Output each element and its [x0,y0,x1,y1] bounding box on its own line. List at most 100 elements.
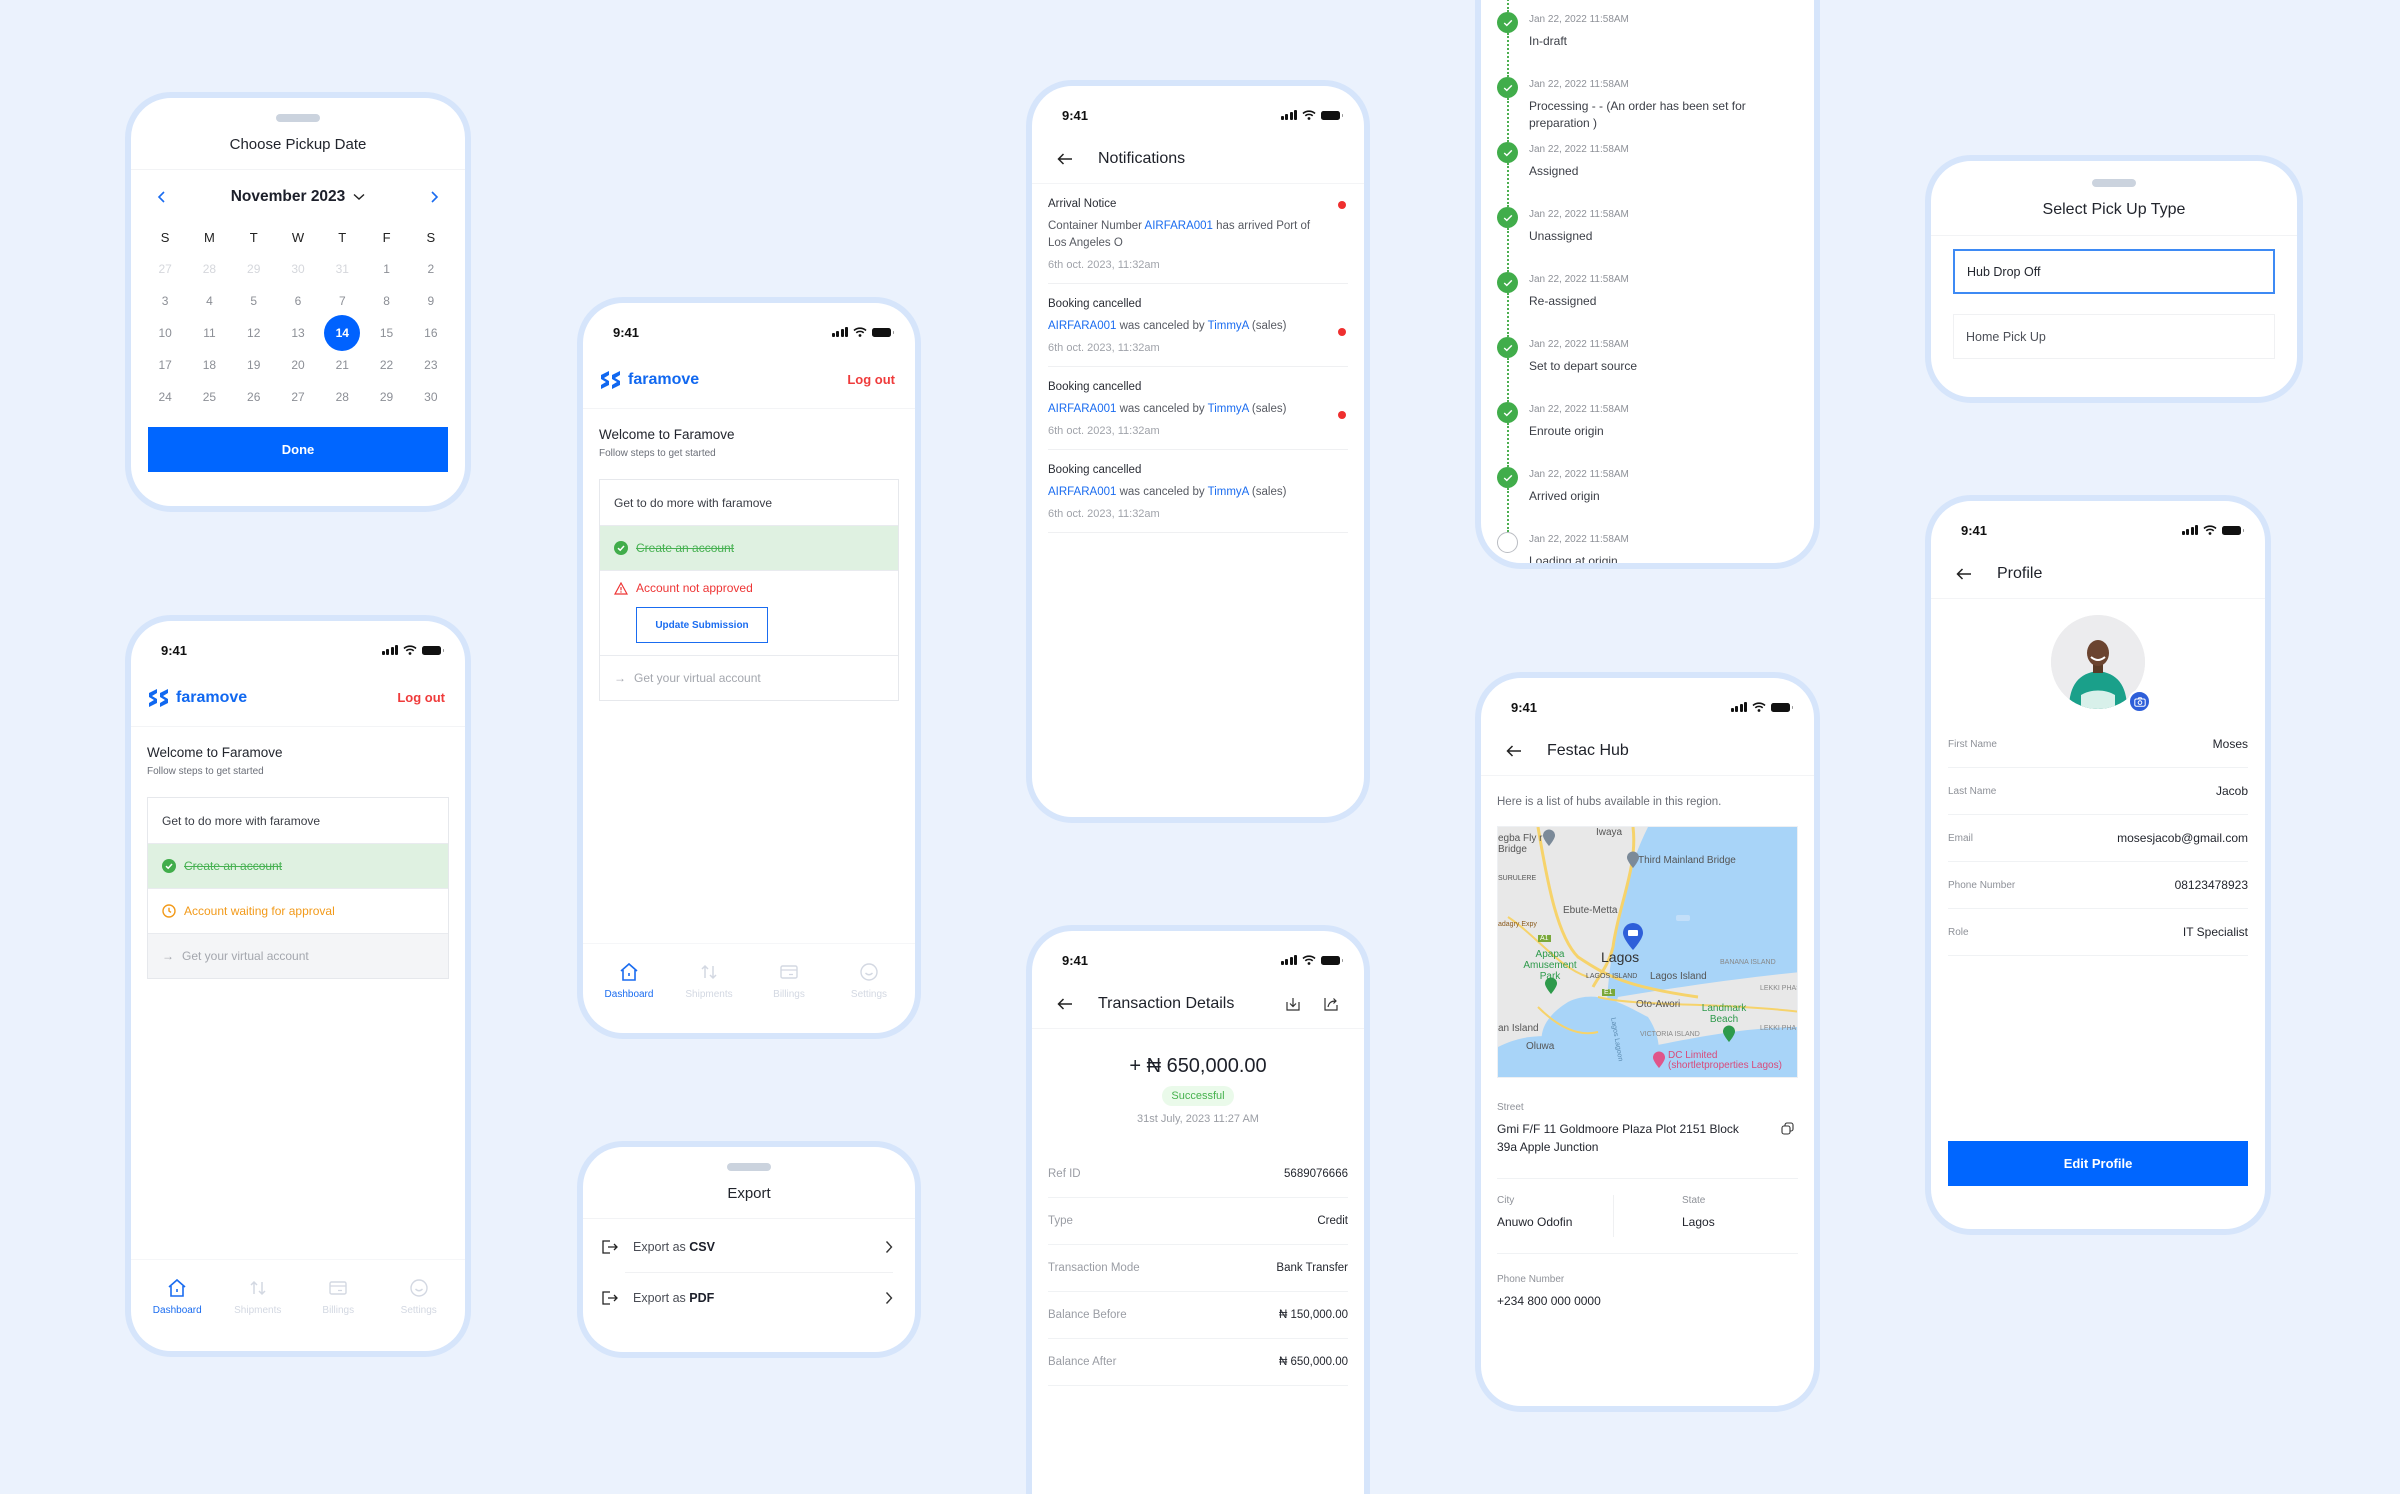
wifi-icon [403,645,417,655]
notification-item[interactable]: Booking cancelled AIRFARA001 was canceled… [1048,450,1348,533]
calendar-day[interactable]: 6 [276,285,320,317]
calendar-day[interactable]: 18 [187,349,231,381]
tab-shipments[interactable]: Shipments [674,944,744,1000]
done-button[interactable]: Done [148,427,448,472]
tab-dashboard[interactable]: Dashboard [142,1260,212,1316]
user-link[interactable]: TimmyA [1208,403,1249,415]
tab-shipments[interactable]: Shipments [223,1260,293,1316]
calendar-day[interactable]: 28 [320,381,364,413]
back-arrow-icon[interactable] [1054,148,1076,170]
notification-item[interactable]: Booking cancelled AIRFARA001 was canceled… [1048,367,1348,450]
calendar-day[interactable]: 19 [232,349,276,381]
download-icon[interactable] [1282,993,1304,1015]
tab-settings[interactable]: Settings [834,944,904,1000]
booking-link[interactable]: AIRFARA001 [1145,220,1213,232]
back-arrow-icon[interactable] [1054,993,1076,1015]
chevron-left-icon[interactable] [151,186,173,208]
calendar-day-selected[interactable]: 14 [320,315,364,351]
calendar-day[interactable]: 28 [187,253,231,285]
calendar-day[interactable]: 11 [187,317,231,349]
hub-location-pin-icon[interactable] [1622,923,1644,951]
calendar-day[interactable]: 23 [409,349,453,381]
calendar-grid: S M T W T F S 27 28 29 30 31 1 2 3 4 5 6 7 8 9 10 11 12 13 14 15 16… [131,218,465,413]
tab-billings[interactable]: Billings [303,1260,373,1316]
tab-settings[interactable]: Settings [384,1260,454,1316]
calendar-day[interactable]: 20 [276,349,320,381]
transaction-amount: + ₦ 650,000.00 [1129,1055,1267,1077]
calendar-day[interactable]: 8 [364,285,408,317]
timeline-date: Jan 22, 2022 11:58AM [1529,469,1629,480]
calendar-day[interactable]: 24 [143,381,187,413]
chevron-right-icon[interactable] [423,186,445,208]
step-create-account[interactable]: Create an account [148,843,448,888]
camera-icon[interactable] [2128,690,2151,713]
calendar-day[interactable]: 16 [409,317,453,349]
notification-item[interactable]: Arrival Notice Container Number AIRFARA00… [1048,184,1348,284]
booking-link[interactable]: AIRFARA001 [1048,403,1116,415]
hub-map[interactable]: Iwaya Third Mainland Bridge egba Fly r B… [1497,826,1798,1078]
sheet-grabber[interactable] [276,114,320,122]
back-arrow-icon[interactable] [1503,740,1525,762]
copy-icon[interactable] [1776,1117,1798,1139]
calendar-day[interactable]: 29 [364,381,408,413]
calendar-day[interactable]: 13 [276,317,320,349]
calendar-day[interactable]: 12 [232,317,276,349]
user-link[interactable]: TimmyA [1208,320,1249,332]
month-selector[interactable]: November 2023 [231,188,366,206]
calendar-day[interactable]: 3 [143,285,187,317]
state-label: State [1682,1195,1706,1206]
calendar-day[interactable]: 30 [276,253,320,285]
sheet-grabber[interactable] [2092,179,2136,187]
calendar-day[interactable]: 9 [409,285,453,317]
user-link[interactable]: TimmyA [1208,486,1249,498]
calendar-day[interactable]: 10 [143,317,187,349]
share-icon[interactable] [1320,993,1342,1015]
pickup-option-home-pick-up[interactable]: Home Pick Up [1953,314,2275,359]
billings-icon [779,962,799,985]
logout-button[interactable]: Log out [847,372,895,387]
map-label: LEKKI PHA [1760,1025,1797,1032]
map-label: Third Mainland Bridge [1638,855,1736,866]
step-virtual-account[interactable]: → Get your virtual account [148,933,448,978]
profile-field-row: Last Name Jacob [1948,768,2248,815]
calendar-day[interactable]: 7 [320,285,364,317]
tab-billings[interactable]: Billings [754,944,824,1000]
notification-item[interactable]: Booking cancelled AIRFARA001 was canceled… [1048,284,1348,367]
sheet-grabber[interactable] [727,1163,771,1171]
calendar-day[interactable]: 22 [364,349,408,381]
calendar-day[interactable]: 27 [143,253,187,285]
onboarding-steps: Get to do more with faramove Create an a… [599,479,899,701]
step-account-status[interactable]: Account waiting for approval [148,888,448,933]
calendar-day[interactable]: 29 [232,253,276,285]
calendar-day[interactable]: 21 [320,349,364,381]
calendar-day[interactable]: 2 [409,253,453,285]
step-create-account[interactable]: Create an account [600,525,898,570]
edit-profile-button[interactable]: Edit Profile [1948,1141,2248,1186]
calendar-day[interactable]: 31 [320,253,364,285]
calendar-day[interactable]: 17 [143,349,187,381]
export-pdf-option[interactable]: Export as PDF [583,1272,915,1323]
tab-dashboard[interactable]: Dashboard [594,944,664,1000]
shipment-timeline-screen: Jan 22, 2022 11:58AM In-draft Jan 22, 2022… [1475,0,1820,569]
calendar-day[interactable]: 15 [364,317,408,349]
calendar-day[interactable]: 25 [187,381,231,413]
calendar-day[interactable]: 30 [409,381,453,413]
timeline-list: Jan 22, 2022 11:58AM In-draft Jan 22, 2022… [1481,0,1814,563]
pickup-option-hub-drop-off[interactable]: Hub Drop Off [1953,249,2275,294]
map-label: LEKKI PHASE [1760,985,1797,992]
calendar-day[interactable]: 5 [232,285,276,317]
back-arrow-icon[interactable] [1953,563,1975,585]
calendar-day[interactable]: 27 [276,381,320,413]
calendar-day[interactable]: 26 [232,381,276,413]
detail-row: Ref ID 5689076666 [1048,1151,1348,1198]
booking-link[interactable]: AIRFARA001 [1048,486,1116,498]
calendar-day[interactable]: 4 [187,285,231,317]
export-csv-option[interactable]: Export as CSV [583,1221,915,1272]
calendar-day[interactable]: 1 [364,253,408,285]
update-submission-button[interactable]: Update Submission [636,607,768,643]
notification-time: 6th oct. 2023, 11:32am [1048,342,1160,354]
booking-link[interactable]: AIRFARA001 [1048,320,1116,332]
steps-header: Get to do more with faramove [614,495,773,510]
logout-button[interactable]: Log out [397,690,445,705]
step-virtual-account[interactable]: → Get your virtual account [600,655,898,700]
